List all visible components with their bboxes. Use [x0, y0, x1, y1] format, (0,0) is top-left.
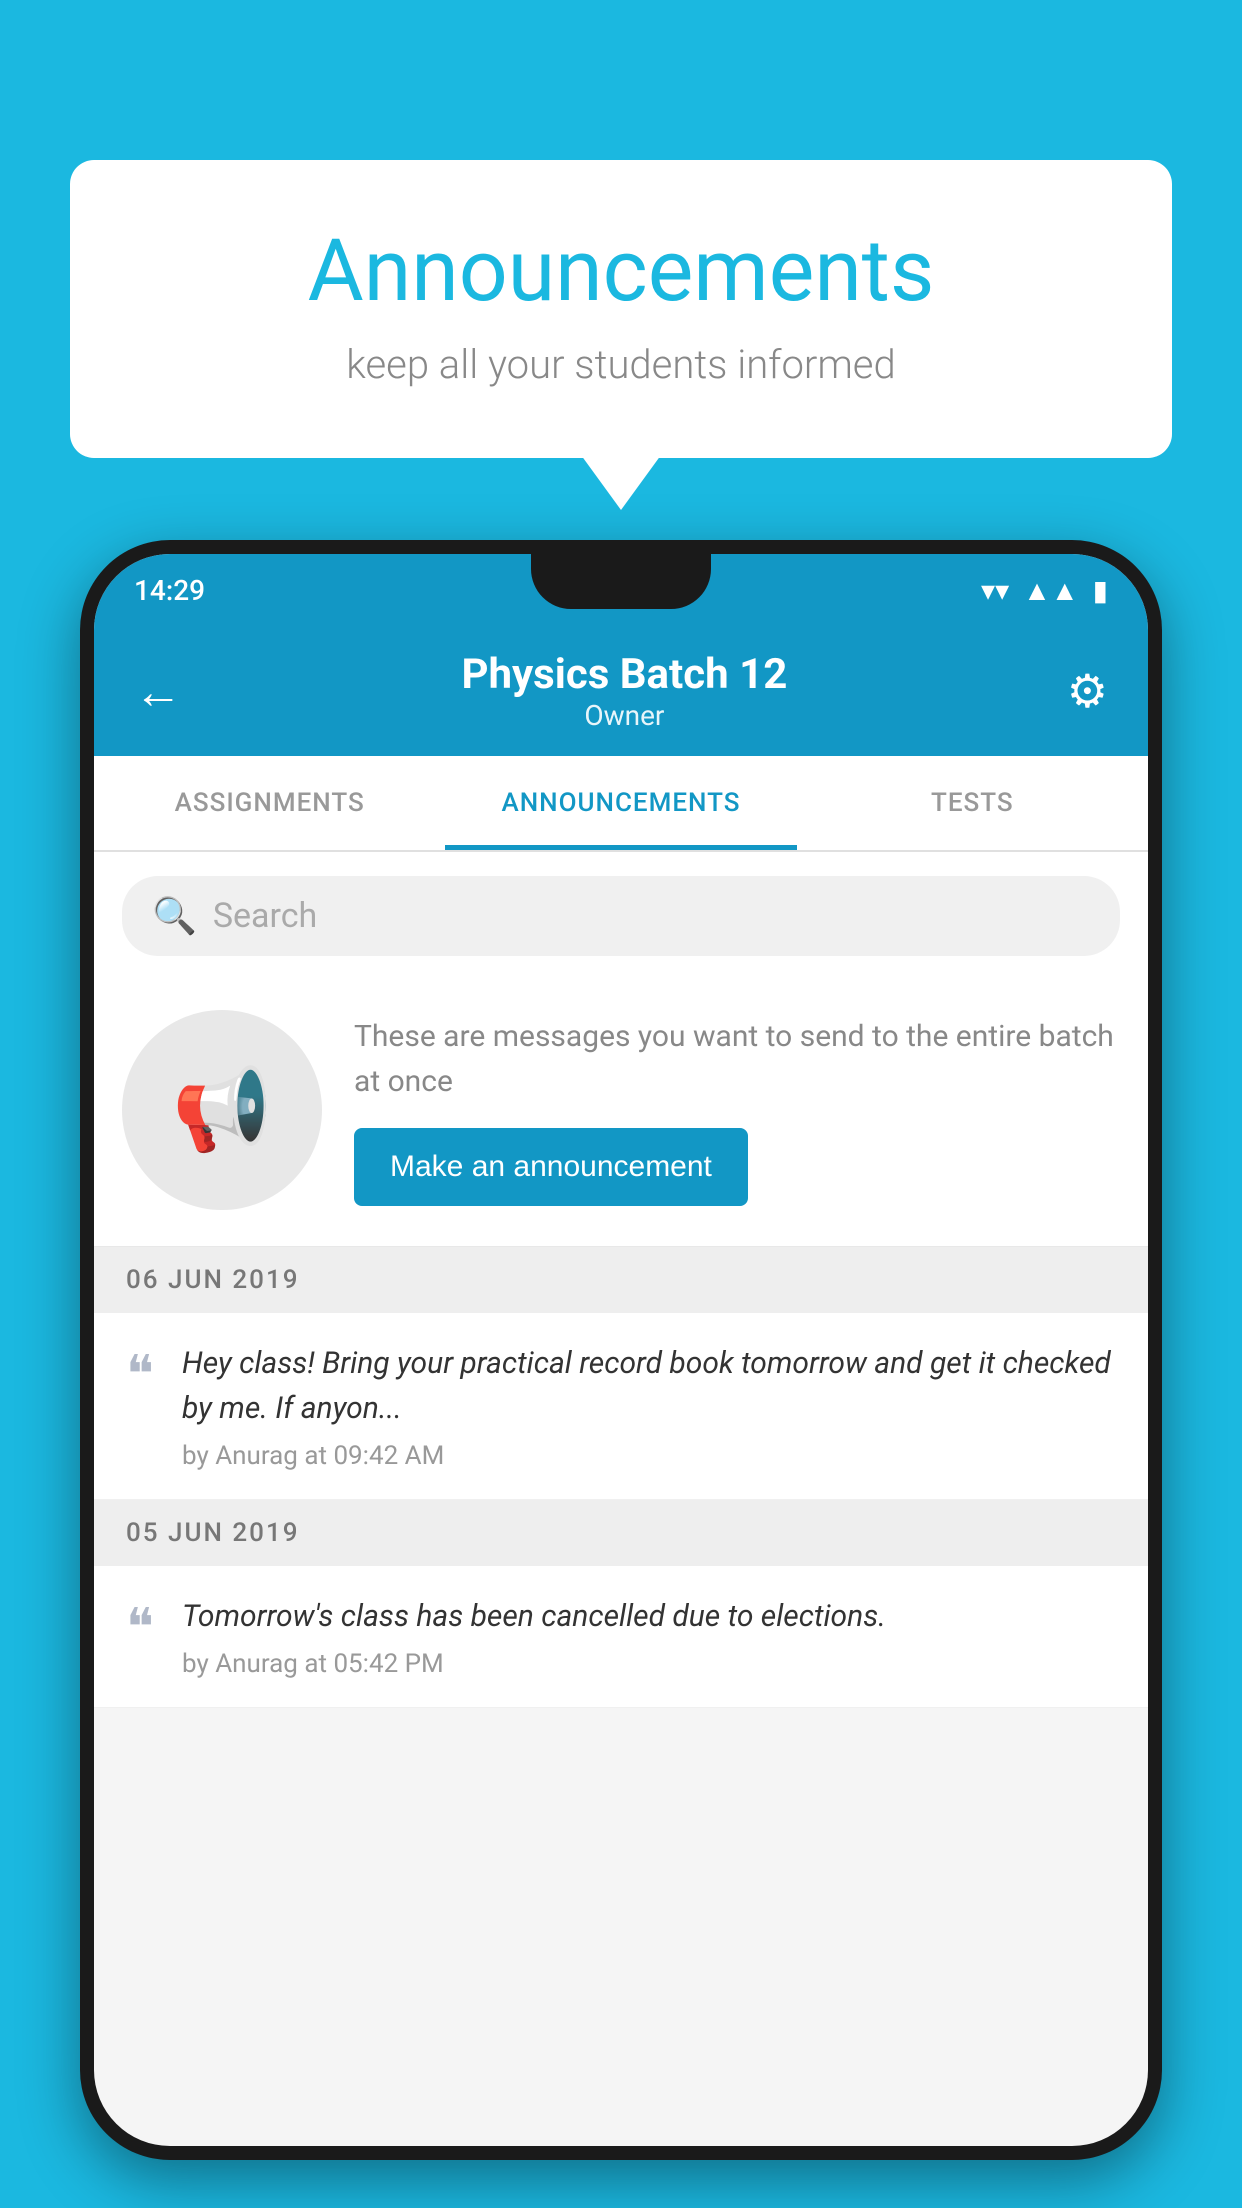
- phone-screen: 14:29 ▾▾ ▲▲ ▮ ← Physics Batch 12 Owner ⚙: [94, 554, 1148, 2146]
- promo-description: These are messages you want to send to t…: [354, 1014, 1120, 1104]
- announcement-meta-1: by Anurag at 09:42 AM: [182, 1441, 1116, 1471]
- tab-announcements[interactable]: ANNOUNCEMENTS: [445, 756, 796, 850]
- date-label-2: 05 JUN 2019: [126, 1518, 300, 1548]
- search-icon: 🔍: [152, 895, 197, 937]
- bubble-subtitle: keep all your students informed: [150, 341, 1092, 388]
- tab-announcements-label: ANNOUNCEMENTS: [501, 788, 740, 818]
- date-separator-2: 05 JUN 2019: [94, 1500, 1148, 1566]
- search-placeholder: Search: [213, 896, 317, 936]
- signal-icon: ▲▲: [1023, 574, 1078, 607]
- wifi-icon: ▾▾: [981, 574, 1009, 607]
- phone-wrapper: 14:29 ▾▾ ▲▲ ▮ ← Physics Batch 12 Owner ⚙: [80, 540, 1162, 2208]
- content-area: 🔍 Search 📢 These are messages you want t…: [94, 852, 1148, 1708]
- announcement-message-1: Hey class! Bring your practical record b…: [182, 1341, 1116, 1431]
- announcement-item-1[interactable]: ❝ Hey class! Bring your practical record…: [94, 1313, 1148, 1500]
- announcement-message-2: Tomorrow's class has been cancelled due …: [182, 1594, 1116, 1639]
- status-time: 14:29: [134, 574, 205, 607]
- date-label-1: 06 JUN 2019: [126, 1265, 300, 1295]
- tab-assignments-label: ASSIGNMENTS: [175, 788, 365, 818]
- top-bar-title: Physics Batch 12: [182, 650, 1067, 699]
- status-icons: ▾▾ ▲▲ ▮: [981, 574, 1108, 607]
- top-bar-subtitle: Owner: [182, 699, 1067, 732]
- announcement-text-2: Tomorrow's class has been cancelled due …: [182, 1594, 1116, 1679]
- make-announcement-button[interactable]: Make an announcement: [354, 1128, 748, 1206]
- phone-notch: [531, 554, 711, 609]
- battery-icon: ▮: [1093, 574, 1108, 607]
- settings-icon[interactable]: ⚙: [1067, 664, 1108, 719]
- tab-bar: ASSIGNMENTS ANNOUNCEMENTS TESTS: [94, 756, 1148, 852]
- bubble-title: Announcements: [150, 220, 1092, 321]
- date-separator-1: 06 JUN 2019: [94, 1247, 1148, 1313]
- announcement-item-2[interactable]: ❝ Tomorrow's class has been cancelled du…: [94, 1566, 1148, 1708]
- search-bar[interactable]: 🔍 Search: [122, 876, 1120, 956]
- top-bar-center: Physics Batch 12 Owner: [182, 650, 1067, 732]
- speech-bubble-container: Announcements keep all your students inf…: [70, 160, 1172, 458]
- back-button[interactable]: ←: [134, 663, 182, 720]
- tab-tests[interactable]: TESTS: [797, 756, 1148, 850]
- phone-body: 14:29 ▾▾ ▲▲ ▮ ← Physics Batch 12 Owner ⚙: [80, 540, 1162, 2160]
- promo-section: 📢 These are messages you want to send to…: [94, 980, 1148, 1247]
- tab-assignments[interactable]: ASSIGNMENTS: [94, 756, 445, 850]
- quote-icon-2: ❝: [126, 1602, 154, 1654]
- promo-icon-circle: 📢: [122, 1010, 322, 1210]
- top-bar: ← Physics Batch 12 Owner ⚙: [94, 626, 1148, 756]
- promo-right: These are messages you want to send to t…: [354, 1014, 1120, 1206]
- speech-bubble: Announcements keep all your students inf…: [70, 160, 1172, 458]
- megaphone-icon: 📢: [172, 1063, 272, 1157]
- tab-tests-label: TESTS: [931, 788, 1014, 818]
- quote-icon-1: ❝: [126, 1349, 154, 1401]
- announcement-text-1: Hey class! Bring your practical record b…: [182, 1341, 1116, 1471]
- announcement-meta-2: by Anurag at 05:42 PM: [182, 1649, 1116, 1679]
